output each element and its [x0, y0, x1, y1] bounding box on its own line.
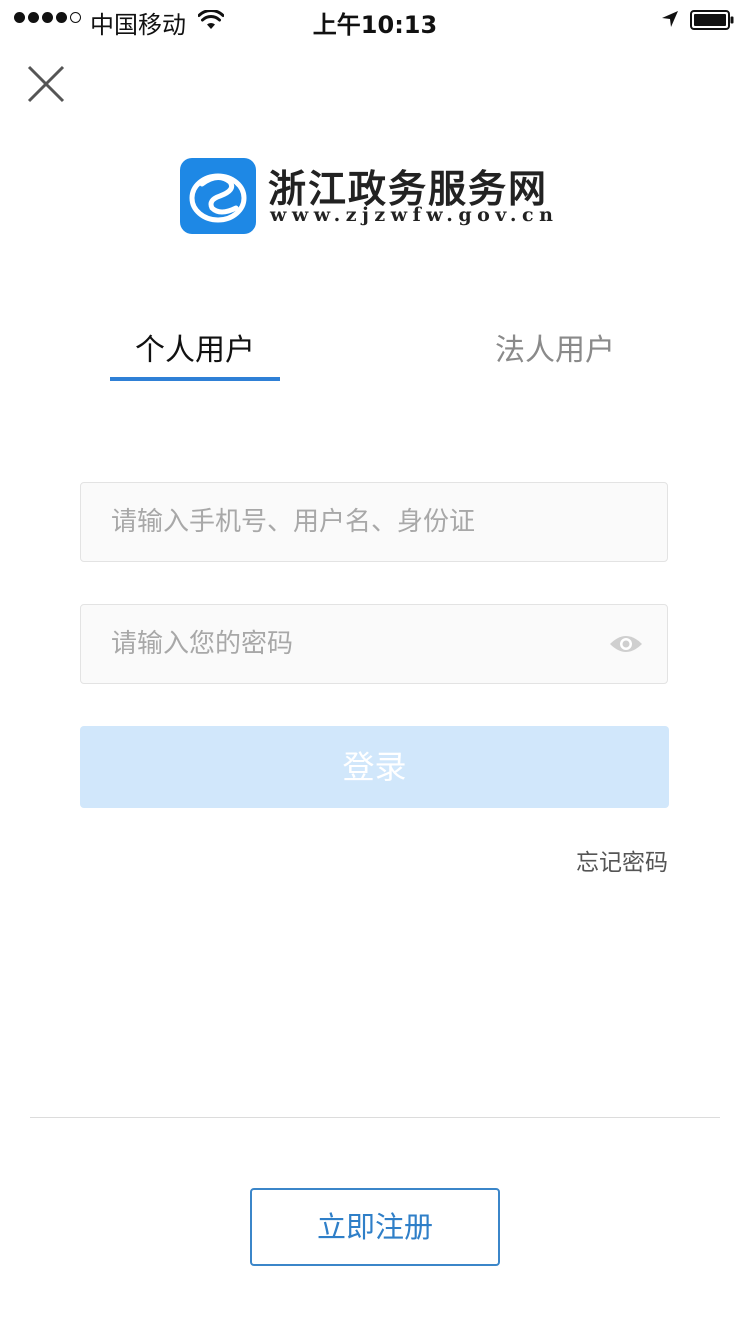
password-field[interactable]: [80, 604, 668, 684]
username-field[interactable]: [80, 482, 668, 562]
brand-url: www.zjzwfw.gov.cn: [270, 204, 559, 226]
brand-logo: 浙江政务服务网 www.zjzwfw.gov.cn: [180, 158, 580, 234]
divider: [30, 1117, 720, 1118]
tab-legal-user[interactable]: 法人用户: [470, 325, 640, 385]
register-button[interactable]: 立即注册: [250, 1188, 500, 1266]
forgot-password-link[interactable]: 忘记密码: [576, 843, 668, 877]
location-arrow-icon: [662, 11, 678, 27]
username-input[interactable]: [111, 483, 611, 560]
close-icon[interactable]: [22, 60, 70, 108]
status-bar: 中国移动 上午10:13: [0, 0, 750, 40]
login-button[interactable]: 登录: [80, 726, 669, 808]
zhejiang-logo-icon: [180, 158, 256, 234]
password-input[interactable]: [111, 605, 611, 682]
status-time: 上午10:13: [312, 11, 438, 39]
battery-icon: [690, 10, 734, 30]
tab-personal-user[interactable]: 个人用户: [110, 325, 280, 385]
active-tab-indicator: [110, 377, 280, 381]
eye-icon[interactable]: [609, 633, 643, 655]
